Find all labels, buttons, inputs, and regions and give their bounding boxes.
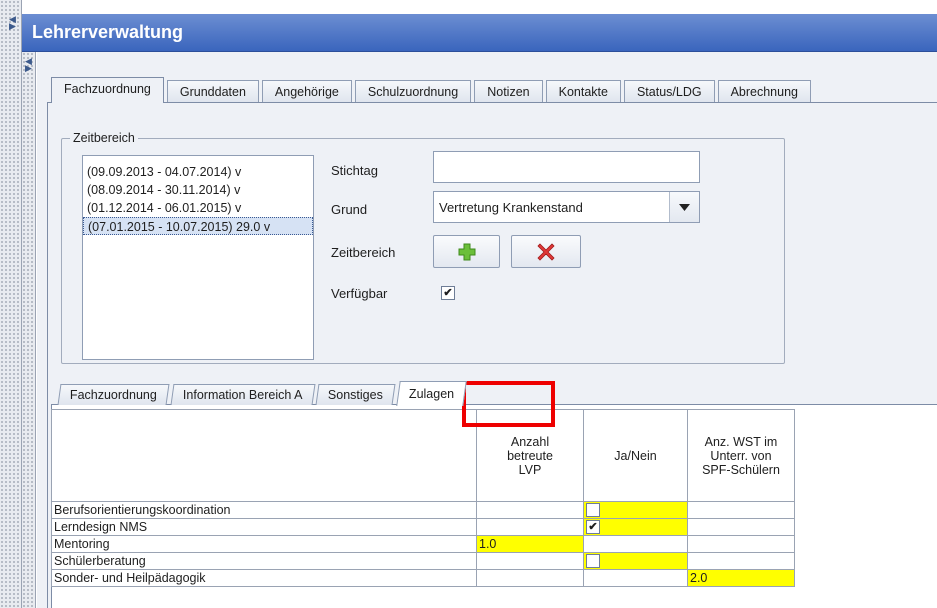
collapse-arrow-icon[interactable]: ◀ ▶ — [25, 57, 32, 73]
inner-collapse-strip[interactable]: ◀ ▶ — [22, 52, 36, 608]
wst-cell[interactable] — [687, 501, 795, 519]
table-row[interactable]: Schülerberatung — [51, 552, 795, 570]
top-tab-bar: Fachzuordnung Grunddaten Angehörige Schu… — [51, 76, 814, 103]
tab-notizen[interactable]: Notizen — [474, 80, 543, 102]
column-header-label — [51, 409, 477, 502]
janein-checkbox[interactable] — [586, 503, 600, 518]
tab-abrechnung[interactable]: Abrechnung — [717, 80, 811, 102]
lvp-cell[interactable]: 1.0 — [476, 535, 584, 553]
row-label: Lerndesign NMS — [51, 518, 477, 536]
janein-cell[interactable] — [583, 535, 688, 553]
tab-angehoerige[interactable]: Angehörige — [261, 80, 352, 102]
zeitbereich-list-item-selected[interactable]: (07.01.2015 - 10.07.2015) 29.0 v — [83, 217, 313, 235]
janein-checkbox[interactable]: ✔ — [586, 520, 600, 535]
zeitbereich-group-label: Zeitbereich — [70, 131, 138, 145]
tab-status-ldg[interactable]: Status/LDG — [623, 80, 715, 102]
tab-fachzuordnung[interactable]: Fachzuordnung — [51, 77, 164, 103]
sub-tab-bar: Fachzuordnung Information Bereich A Sons… — [57, 380, 469, 406]
janein-checkbox[interactable] — [586, 554, 600, 569]
tab-grunddaten[interactable]: Grunddaten — [166, 80, 259, 102]
grund-label: Grund — [331, 202, 368, 217]
collapse-arrow-icon[interactable]: ◀ ▶ — [9, 15, 16, 31]
row-label: Schülerberatung — [51, 552, 477, 570]
verfuegbar-checkbox[interactable]: ✔ — [441, 286, 455, 300]
zeitbereich-list-item[interactable]: (01.12.2014 - 06.01.2015) v — [83, 199, 313, 217]
subtab-zulagen[interactable]: Zulagen — [396, 381, 468, 406]
window-title: Lehrerverwaltung — [32, 22, 184, 42]
lvp-cell[interactable] — [476, 552, 584, 570]
column-header-wst: Anz. WST im Unterr. von SPF-Schülern — [687, 409, 795, 502]
x-icon — [537, 242, 555, 261]
stichtag-label: Stichtag — [331, 163, 378, 178]
chevron-down-icon — [679, 203, 690, 211]
annotation-highlight-box — [462, 381, 555, 427]
janein-cell[interactable]: ✔ — [583, 518, 688, 536]
plus-icon — [458, 243, 475, 260]
grund-select[interactable]: Vertretung Krankenstand — [433, 191, 700, 223]
janein-cell[interactable] — [583, 552, 688, 570]
row-label: Berufsorientierungskoordination — [51, 501, 477, 519]
janein-cell[interactable] — [583, 501, 688, 519]
tab-kontakte[interactable]: Kontakte — [545, 80, 621, 102]
subtab-information-bereich-a[interactable]: Information Bereich A — [170, 384, 315, 405]
lvp-cell[interactable] — [476, 518, 584, 536]
dropdown-arrow-button[interactable] — [669, 192, 699, 222]
table-row[interactable]: Berufsorientierungskoordination — [51, 501, 795, 519]
row-label: Sonder- und Heilpädagogik — [51, 569, 477, 587]
table-row[interactable]: Sonder- und Heilpädagogik 2.0 — [51, 569, 795, 587]
subtab-fachzuordnung[interactable]: Fachzuordnung — [57, 384, 170, 405]
subtab-sonstiges[interactable]: Sonstiges — [315, 384, 396, 405]
remove-zeitbereich-button[interactable] — [511, 235, 581, 268]
wst-cell[interactable] — [687, 552, 795, 570]
zeitbereich-action-label: Zeitbereich — [331, 245, 396, 260]
column-header-janein: Ja/Nein — [583, 409, 688, 502]
wst-cell[interactable] — [687, 518, 795, 536]
zulagen-table: Anzahl betreute LVP Ja/Nein Anz. WST im Unt… — [51, 409, 795, 587]
zeitbereich-list-item[interactable]: (09.09.2013 - 04.07.2014) v — [83, 163, 313, 181]
wst-cell[interactable] — [687, 535, 795, 553]
add-zeitbereich-button[interactable] — [433, 235, 500, 268]
grund-select-value: Vertretung Krankenstand — [439, 200, 583, 215]
stichtag-input[interactable] — [433, 151, 700, 183]
lvp-cell[interactable] — [476, 501, 584, 519]
zeitbereich-list-item[interactable]: (08.09.2014 - 30.11.2014) v — [83, 181, 313, 199]
zeitbereich-list[interactable]: (09.09.2013 - 04.07.2014) v (08.09.2014 … — [82, 155, 314, 360]
window-title-bar: Lehrerverwaltung — [22, 14, 937, 52]
row-label: Mentoring — [51, 535, 477, 553]
table-header-row: Anzahl betreute LVP Ja/Nein Anz. WST im Unt… — [51, 409, 795, 502]
left-collapse-strip[interactable]: ◀ ▶ — [0, 0, 22, 608]
table-row[interactable]: Mentoring 1.0 — [51, 535, 795, 553]
table-row[interactable]: Lerndesign NMS ✔ — [51, 518, 795, 536]
janein-cell[interactable] — [583, 569, 688, 587]
verfuegbar-label: Verfügbar — [331, 286, 388, 301]
tab-schulzuordnung[interactable]: Schulzuordnung — [354, 80, 472, 102]
wst-cell[interactable]: 2.0 — [687, 569, 795, 587]
lvp-cell[interactable] — [476, 569, 584, 587]
